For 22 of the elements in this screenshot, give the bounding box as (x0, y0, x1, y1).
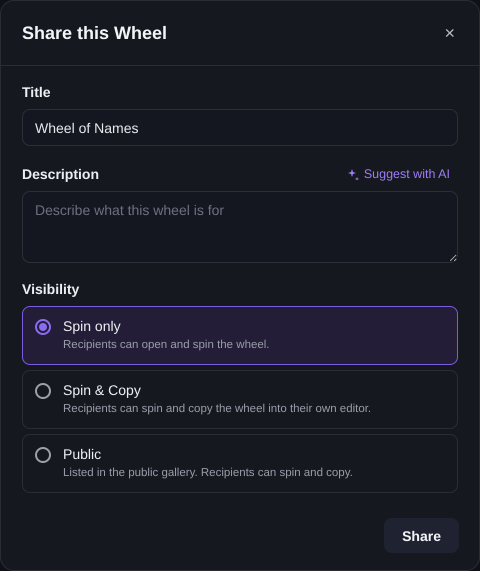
share-button[interactable]: Share (384, 518, 459, 553)
radio-button[interactable] (35, 447, 51, 463)
field-label: Visibility (22, 281, 80, 297)
visibility-option[interactable]: Public Listed in the public gallery. Recipients can spin and copy. (22, 434, 458, 493)
title-field[interactable]: Wheel of Names (22, 109, 458, 146)
visibility-option[interactable]: Spin & Copy Recipients can spin and copy the wheel into their own editor. (22, 370, 458, 429)
close-button[interactable]: × (440, 20, 459, 46)
option-description: Listed in the public gallery. Recipients can spin and copy. (63, 467, 353, 479)
field-label: Description (22, 166, 100, 182)
option-description: Recipients can open and spin the wheel. (63, 339, 270, 351)
suggest-with-ai-link[interactable]: Suggest with AI (348, 167, 458, 181)
sparkle-icon (348, 168, 359, 180)
dialog-title: Share this Wheel (22, 22, 168, 44)
radio-button[interactable] (35, 319, 51, 335)
option-title: Public (63, 446, 102, 462)
visibility-option[interactable]: Spin only Recipients can open and spin the wheel. (22, 306, 458, 365)
option-title: Spin only (63, 318, 122, 334)
option-title: Spin & Copy (63, 382, 142, 398)
radio-button[interactable] (35, 383, 51, 399)
option-description: Recipients can spin and copy the wheel into their own editor. (63, 403, 372, 415)
field-label: Title (22, 84, 51, 100)
description-field[interactable]: Describe what this wheel is for (22, 191, 458, 263)
